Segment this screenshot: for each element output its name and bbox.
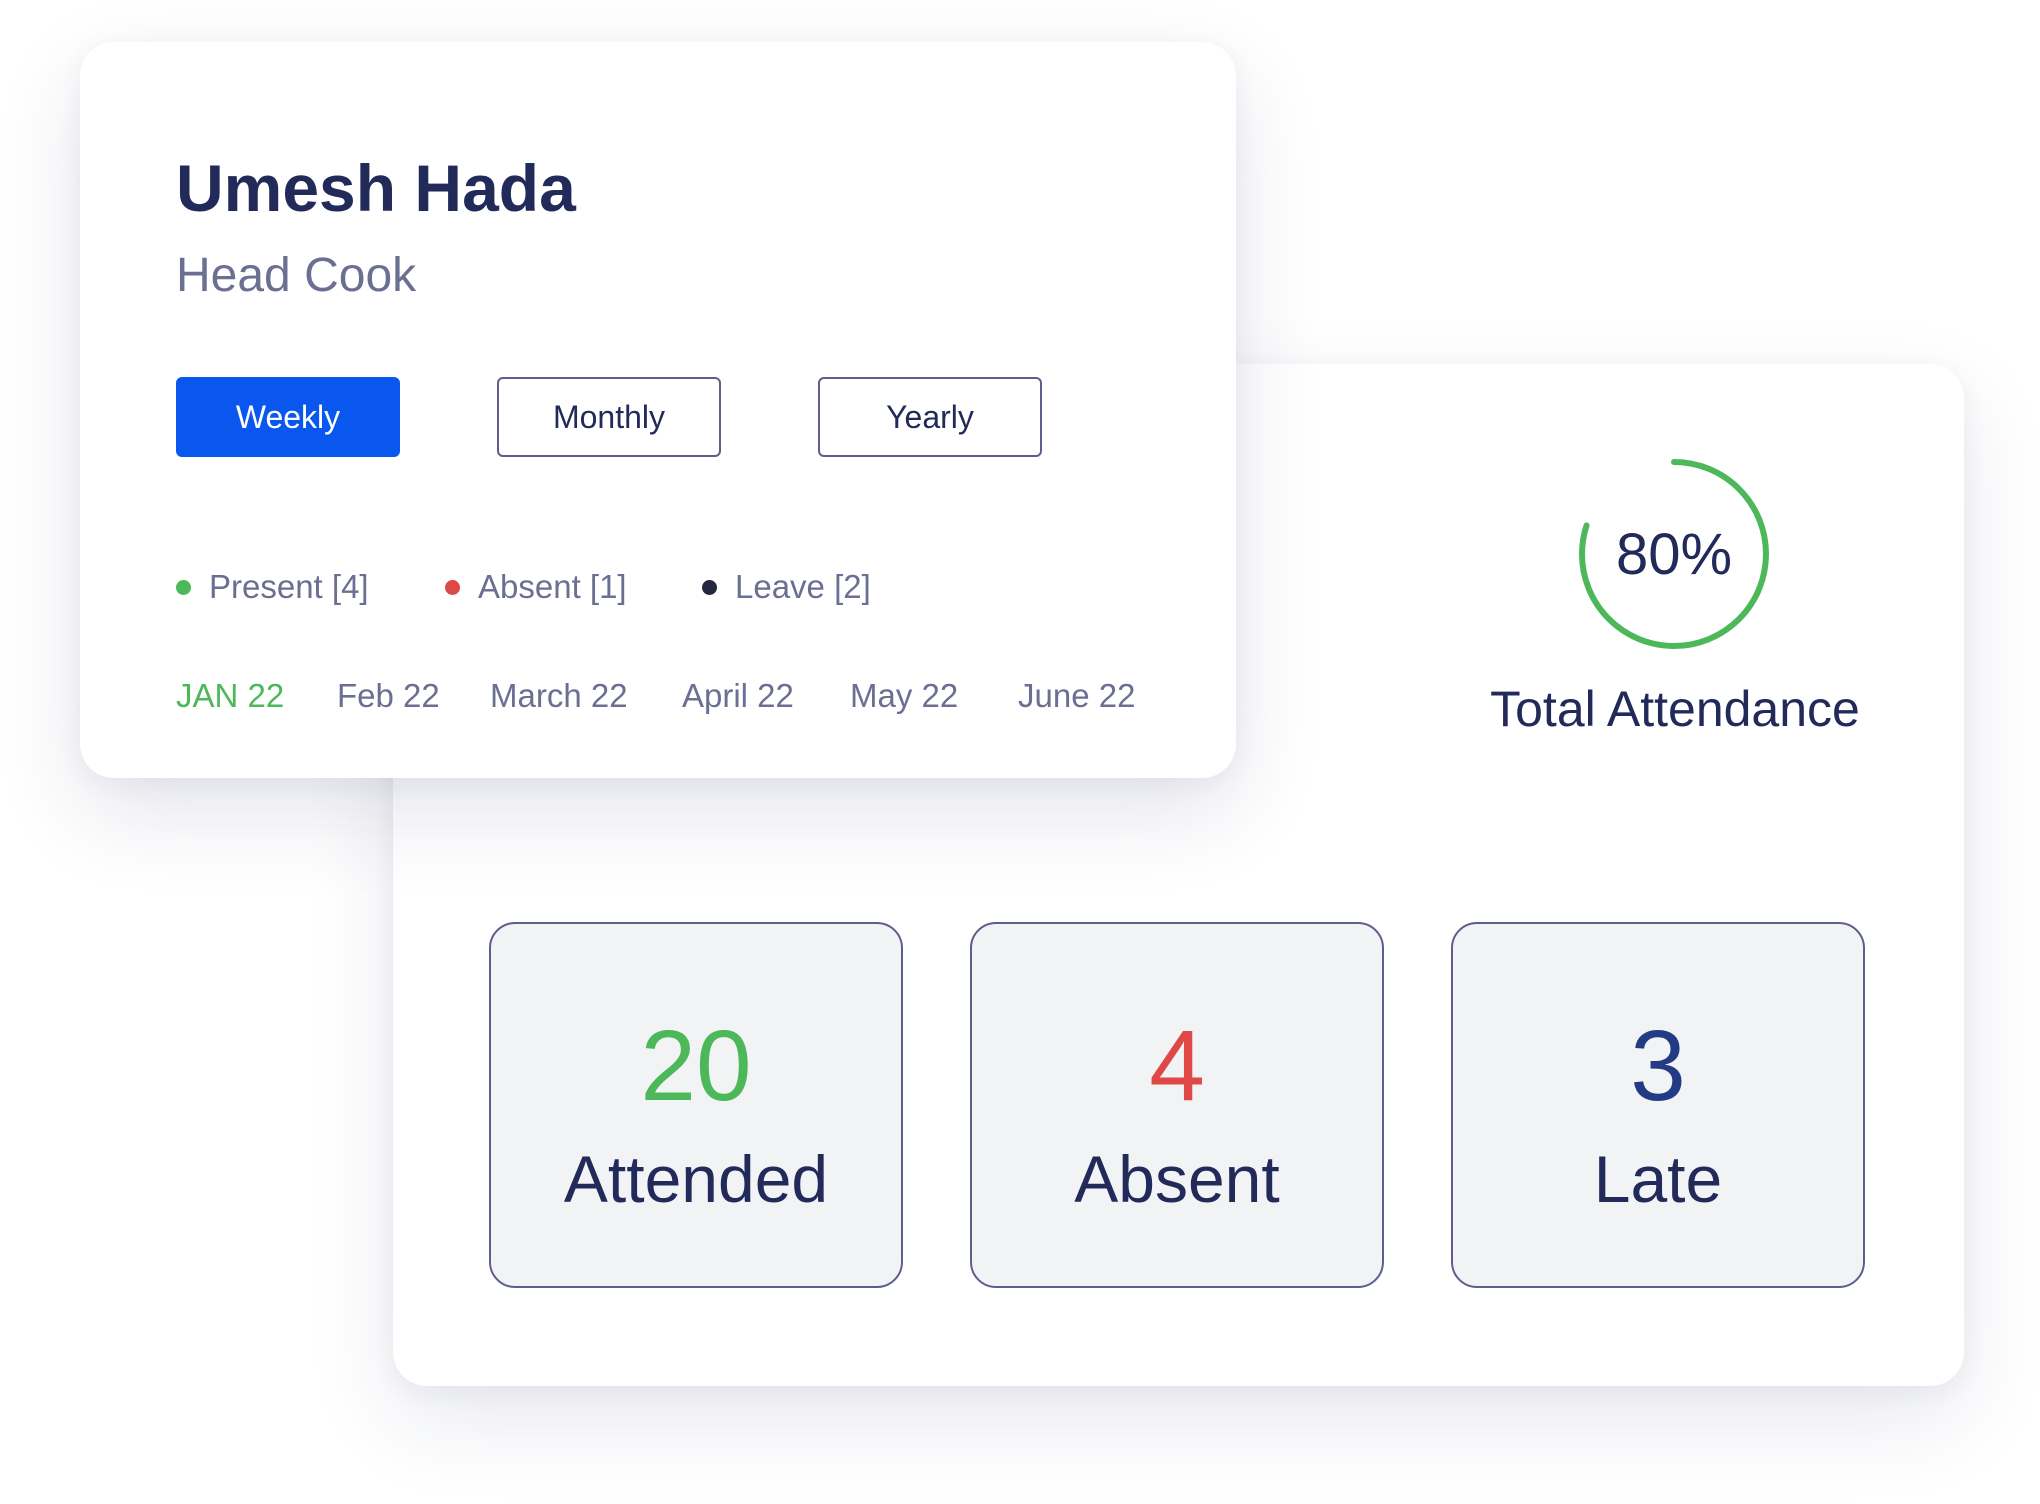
stat-card-late: 3 Late [1451,922,1865,1288]
legend-present-label: Present [4] [209,568,369,605]
weekly-button[interactable]: Weekly [176,377,400,457]
stat-card-attended: 20 Attended [489,922,903,1288]
leave-dot-icon [702,579,717,595]
stat-value-late: 3 [1630,1010,1686,1122]
total-attendance-caption: Total Attendance [1490,681,1860,737]
legend-absent-label: Absent [1] [478,568,627,605]
stat-value-attended: 20 [640,1010,752,1122]
month-tab-jan-22[interactable]: JAN 22 [176,679,284,712]
stat-label-absent: Absent [1074,1142,1280,1216]
employee-name: Umesh Hada [176,151,576,225]
stat-label-late: Late [1593,1142,1723,1216]
month-tab-april-22[interactable]: April 22 [682,679,794,712]
present-dot-icon [176,579,191,595]
stat-card-absent: 4 Absent [970,922,1384,1288]
employee-profile-card: Umesh Hada Head Cook Weekly Monthly Year… [80,42,1236,778]
legend-leave-label: Leave [2] [735,568,871,605]
stat-label-attended: Attended [563,1142,829,1216]
month-tab-june-22[interactable]: June 22 [1018,679,1135,712]
month-tab-feb-22[interactable]: Feb 22 [337,679,440,712]
month-tab-march-22[interactable]: March 22 [490,679,628,712]
legend-absent: Absent [1] [445,562,627,612]
stat-value-absent: 4 [1149,1010,1205,1122]
absent-dot-icon [445,579,460,595]
legend-present: Present [4] [176,562,369,612]
legend-leave: Leave [2] [702,562,871,612]
month-tab-may-22[interactable]: May 22 [850,679,958,712]
attendance-progress-ring: 80% [1576,456,1772,652]
attendance-percent: 80% [1615,521,1733,587]
yearly-button[interactable]: Yearly [818,377,1042,457]
monthly-button[interactable]: Monthly [497,377,721,457]
employee-role: Head Cook [176,249,417,302]
